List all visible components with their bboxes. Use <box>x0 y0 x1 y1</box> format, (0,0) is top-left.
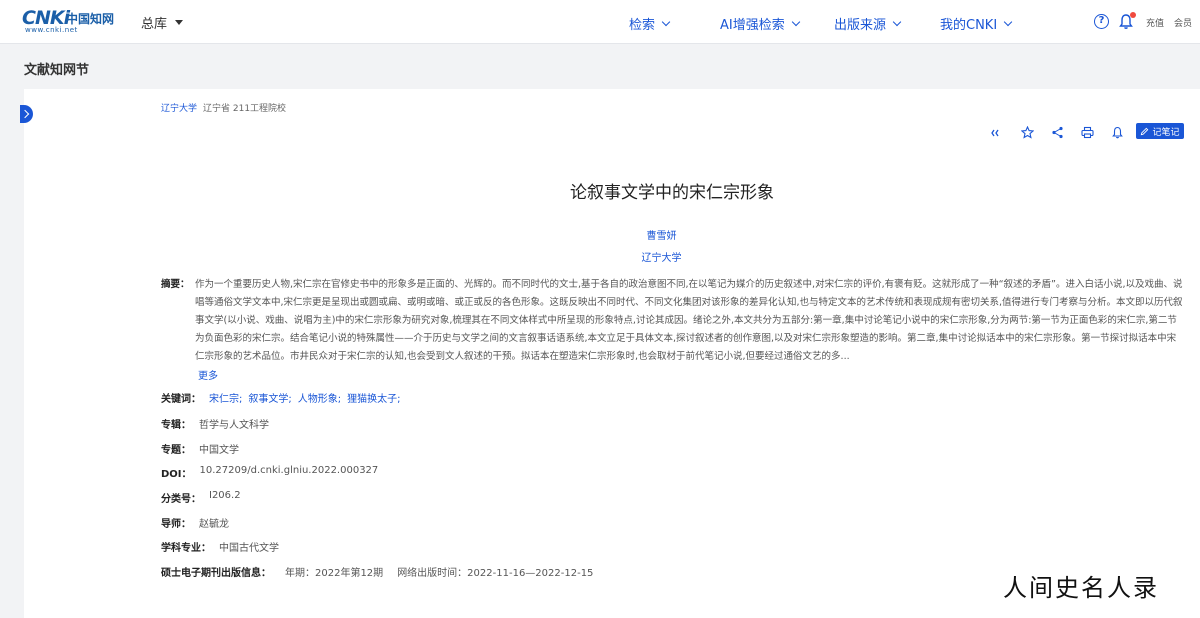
doi-value: 10.27209/d.cnki.glniu.2022.000327 <box>199 465 379 476</box>
nav-label: 我的CNKI <box>940 18 998 33</box>
abstract: 摘要： 作为一个重要历史人物,宋仁宗在官修史书中的形象多是正面的、光辉的。而不同… <box>161 276 1185 366</box>
share-button[interactable] <box>1042 122 1072 142</box>
subscribe-button[interactable] <box>1102 122 1132 142</box>
caret-down-icon <box>175 20 184 25</box>
doi-label: DOI： <box>161 469 192 480</box>
logo-url: www.cnki.net <box>25 26 78 34</box>
nav-ai-search[interactable]: AI增强检索 <box>720 14 800 33</box>
author-link[interactable]: 曹雪妍 <box>0 227 1200 242</box>
chevron-down-icon <box>892 17 902 26</box>
library-label: 总库 <box>141 17 168 32</box>
keywords-label: 关键词： <box>161 394 201 405</box>
help-icon[interactable]: ? <box>1094 14 1109 29</box>
topic-value: 中国文学 <box>199 445 239 456</box>
favorite-button[interactable] <box>1012 122 1042 142</box>
org-tags: 辽宁大学 辽宁省 211工程院校 <box>161 101 286 114</box>
bell-icon <box>1111 126 1123 138</box>
library-dropdown[interactable]: 总库 <box>141 13 184 32</box>
keywords-row: 关键词： 宋仁宗; 叙事文学; 人物形象; 狸猫换太子; <box>161 390 401 405</box>
keyword-link[interactable]: 叙事文学; <box>248 390 291 405</box>
nav-search[interactable]: 检索 <box>629 14 671 33</box>
topic-label: 专题： <box>161 445 191 456</box>
paper-title: 论叙事文学中的宋仁宗形象 <box>570 183 774 203</box>
major-row: 学科专业： 中国古代文学 <box>161 539 279 554</box>
publication-row: 硕士电子期刊出版信息： 年期：2022年第12期 网络出版时间：2022-11-… <box>161 564 593 579</box>
affiliation-link[interactable]: 辽宁大学 <box>0 249 1200 264</box>
major-label: 学科专业： <box>161 543 211 554</box>
print-button[interactable] <box>1072 122 1102 142</box>
page-title: 文献知网节 <box>24 63 90 78</box>
series-row: 专辑： 哲学与人文科学 <box>161 416 269 431</box>
pencil-icon <box>1141 127 1149 135</box>
share-icon <box>1051 126 1063 138</box>
nav-label: 检索 <box>629 18 656 33</box>
publication-label: 硕士电子期刊出版信息： <box>161 568 271 579</box>
org-link[interactable]: 辽宁大学 <box>161 101 197 114</box>
abstract-label: 摘要： <box>161 279 190 290</box>
abstract-text: 作为一个重要历史人物,宋仁宗在官修史书中的形象多是正面的、光辉的。而不同时代的文… <box>195 279 1183 362</box>
nav-publications[interactable]: 出版来源 <box>834 14 902 33</box>
notification-dot <box>1130 12 1136 18</box>
nav-my-cnki[interactable]: 我的CNKI <box>940 14 1013 33</box>
member-link[interactable]: 会员 <box>1174 16 1192 29</box>
quote-icon <box>990 129 999 136</box>
article-toolbar <box>982 122 1132 142</box>
publication-year: 年期：2022年第12期 <box>285 568 384 579</box>
series-label: 专辑： <box>161 420 191 431</box>
nav-label: AI增强检索 <box>720 18 785 33</box>
affiliation-name[interactable]: 辽宁大学 <box>642 253 682 264</box>
publication-online: 网络出版时间：2022-11-16—2022-12-15 <box>397 568 594 579</box>
note-label: 记笔记 <box>1152 127 1180 138</box>
chevron-down-icon <box>661 17 671 26</box>
topic-row: 专题： 中国文学 <box>161 441 239 456</box>
recharge-link[interactable]: 充值 <box>1146 16 1164 29</box>
keyword-link[interactable]: 宋仁宗; <box>209 390 242 405</box>
major-value: 中国古代文学 <box>219 543 279 554</box>
print-icon <box>1080 126 1094 138</box>
keyword-link[interactable]: 人物形象; <box>298 390 341 405</box>
advisor-value: 赵毓龙 <box>199 519 229 530</box>
doi-row: DOI： 10.27209/d.cnki.glniu.2022.000327 <box>161 465 378 480</box>
keyword-list: 宋仁宗; 叙事文学; 人物形象; 狸猫换太子; <box>209 390 401 405</box>
chevron-down-icon <box>1003 17 1013 26</box>
star-icon <box>1020 125 1034 139</box>
advisor-row: 导师： 赵毓龙 <box>161 515 229 530</box>
author-name[interactable]: 曹雪妍 <box>647 231 677 242</box>
take-note-button[interactable]: 记笔记 <box>1136 123 1184 139</box>
org-tag-text: 辽宁省 211工程院校 <box>203 104 287 114</box>
top-bar: CNKi 中国知网 www.cnki.net 总库 检索 AI增强检索 出版来源… <box>0 0 1200 44</box>
watermark-text: 人间史名人录 <box>1003 574 1159 602</box>
cnki-logo[interactable]: CNKi 中国知网 www.cnki.net <box>22 7 118 37</box>
quote-button[interactable] <box>982 122 1012 142</box>
keyword-link[interactable]: 狸猫换太子; <box>347 390 400 405</box>
more-link[interactable]: 更多 <box>198 367 218 382</box>
chevron-down-icon <box>791 17 800 26</box>
class-value: I206.2 <box>209 490 241 501</box>
class-row: 分类号： I206.2 <box>161 490 241 505</box>
advisor-label: 导师： <box>161 519 191 530</box>
class-label: 分类号： <box>161 494 201 505</box>
nav-label: 出版来源 <box>834 18 887 33</box>
series-value: 哲学与人文科学 <box>199 420 269 431</box>
logo-cn: 中国知网 <box>66 12 115 26</box>
